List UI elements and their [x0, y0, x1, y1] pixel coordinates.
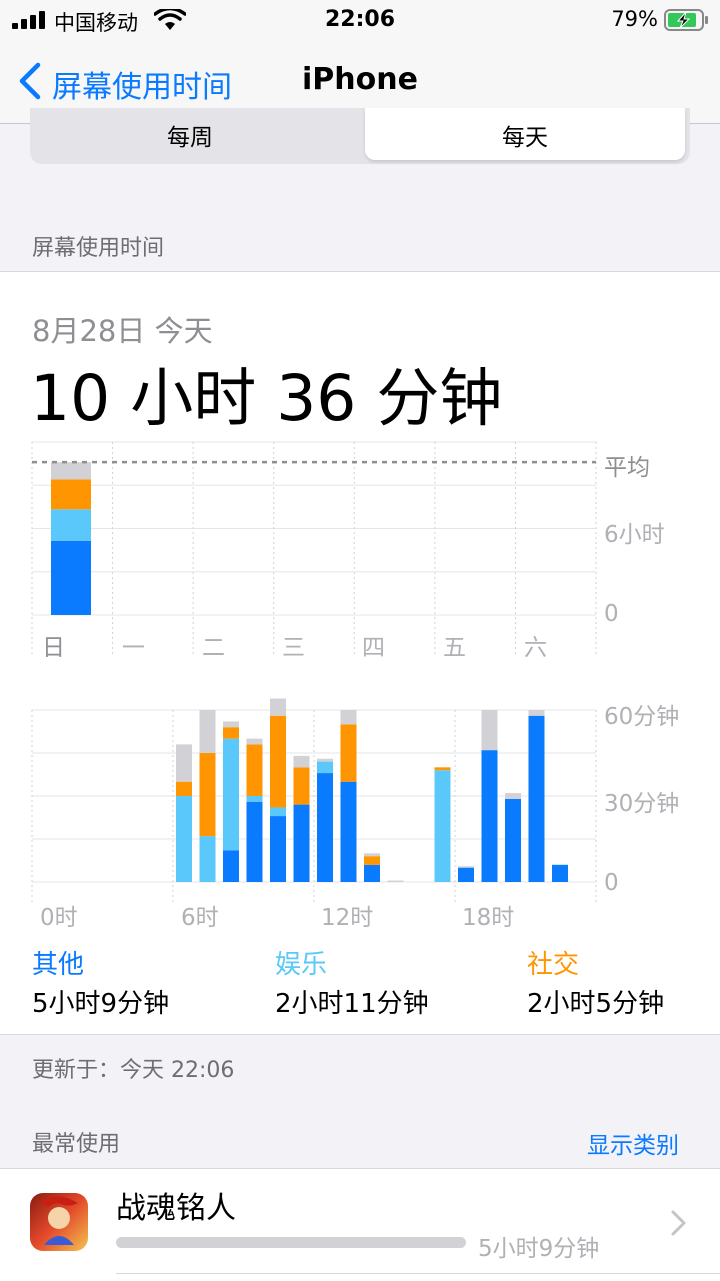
hourly-bar-segment [293, 804, 310, 882]
weekly-y-label-0: 0 [604, 601, 619, 627]
section-header-screen-time: 屏幕使用时间 [32, 236, 165, 261]
chevron-right-icon [671, 1210, 686, 1236]
hourly-bar-segment [340, 781, 357, 882]
category-social-name: 社交 [527, 950, 580, 980]
hourly-bar-segment [317, 761, 333, 774]
hourly-bar-segment [176, 744, 192, 782]
hourly-bar-segment [176, 781, 192, 796]
hourly-y-label-60: 60分钟 [604, 704, 680, 730]
weekly-day-label: 三 [282, 635, 305, 661]
hourly-bar-segment [317, 773, 333, 882]
hourly-bar-segment [176, 796, 192, 882]
hourly-bar-segment [458, 866, 474, 868]
hourly-bar-segment [246, 738, 263, 745]
hourly-bar-segment [364, 856, 380, 865]
hourly-bar-segment [223, 738, 239, 851]
weekly-day-label: 一 [122, 635, 145, 661]
hourly-bar-segment [528, 715, 545, 882]
hourly-bar-segment [481, 710, 498, 751]
status-bar: 中国移动 22:06 79% [0, 0, 720, 40]
hourly-y-label-0: 0 [604, 870, 619, 896]
weekly-day-label: 四 [362, 635, 385, 661]
hourly-bar-segment [458, 867, 474, 882]
period-segmented-control: 每周 每天 [30, 108, 690, 164]
weekly-bar-segment [51, 540, 91, 615]
app-usage-bar [116, 1237, 466, 1248]
hourly-bar-segment [270, 816, 286, 882]
hourly-bar-segment [223, 727, 239, 739]
hourly-bar-segment [505, 798, 521, 882]
weekly-bar-segment [51, 509, 91, 541]
hourly-x-label: 6时 [181, 905, 219, 931]
hourly-bar-segment [223, 850, 239, 882]
hourly-bar-segment [270, 807, 286, 817]
hourly-bar-segment [246, 796, 263, 802]
weekly-day-label: 日 [42, 635, 65, 661]
app-usage-time: 5小时9分钟 [478, 1236, 600, 1262]
category-other-name: 其他 [32, 950, 85, 980]
hourly-x-label: 18时 [462, 905, 515, 931]
updated-timestamp: 更新于：今天 22:06 [32, 1058, 235, 1083]
row-separator [116, 1273, 720, 1274]
category-entertainment-name: 娱乐 [275, 950, 328, 980]
hourly-bar-segment [270, 715, 286, 808]
category-social-value: 2小时5分钟 [527, 989, 665, 1019]
show-categories-button[interactable]: 显示类别 [587, 1126, 679, 1160]
weekly-bar-segment [51, 479, 91, 510]
hourly-bar-segment [340, 710, 357, 725]
hourly-bar-segment [293, 755, 310, 768]
hourly-x-label: 0时 [40, 905, 78, 931]
hourly-bar-segment [270, 698, 286, 716]
category-other-value: 5小时9分钟 [32, 989, 170, 1019]
section-header-most-used: 最常使用 [32, 1132, 121, 1157]
summary-date: 8月28日 今天 [32, 314, 213, 348]
list-item-app[interactable]: 战魂铭人 5小时9分钟 [0, 1169, 720, 1281]
hourly-x-label: 12时 [321, 905, 374, 931]
weekly-day-label: 六 [524, 635, 547, 661]
app-icon [30, 1193, 88, 1251]
hourly-bar-segment [364, 864, 380, 882]
hourly-bar-segment [552, 864, 568, 882]
hourly-bar-segment [434, 767, 451, 771]
screen-time-card: 8月28日 今天 10 小时 36 分钟 平均 6小时 0 日 一 二 三 四 … [0, 271, 720, 1035]
segment-weekly[interactable]: 每周 [30, 118, 350, 152]
hourly-bar-segment [434, 770, 451, 882]
battery-percent: 79% [611, 7, 658, 31]
battery-charging-icon [664, 9, 708, 31]
weekly-bar-segment [51, 462, 91, 480]
hourly-bar-segment [481, 750, 498, 882]
weekly-average-label: 平均 [604, 455, 650, 481]
most-used-list: 战魂铭人 5小时9分钟 [0, 1168, 720, 1281]
segment-daily[interactable]: 每天 [365, 118, 685, 152]
weekly-day-label: 五 [443, 635, 466, 661]
hourly-bar-segment [223, 721, 239, 728]
hourly-bar-segment [199, 710, 216, 753]
hourly-bar-segment [293, 767, 310, 805]
hourly-bar-segment [246, 801, 263, 882]
summary-total: 10 小时 36 分钟 [30, 362, 503, 435]
category-entertainment-value: 2小时11分钟 [275, 989, 429, 1019]
hourly-bar-segment [246, 744, 263, 796]
app-name: 战魂铭人 [116, 1191, 236, 1226]
hourly-bar-segment [387, 880, 404, 882]
hourly-bar-segment [317, 758, 333, 762]
weekly-day-label: 二 [202, 635, 225, 661]
hourly-bar-segment [340, 724, 357, 782]
hourly-bar-segment [199, 753, 216, 837]
hourly-y-label-30: 30分钟 [604, 791, 680, 817]
page-title: iPhone [302, 62, 418, 97]
hourly-bar-segment [505, 793, 521, 799]
hourly-bar-segment [364, 853, 380, 857]
hourly-bar-segment [199, 836, 216, 882]
weekly-y-label-6h: 6小时 [604, 522, 665, 548]
hourly-bar-segment [528, 710, 545, 716]
